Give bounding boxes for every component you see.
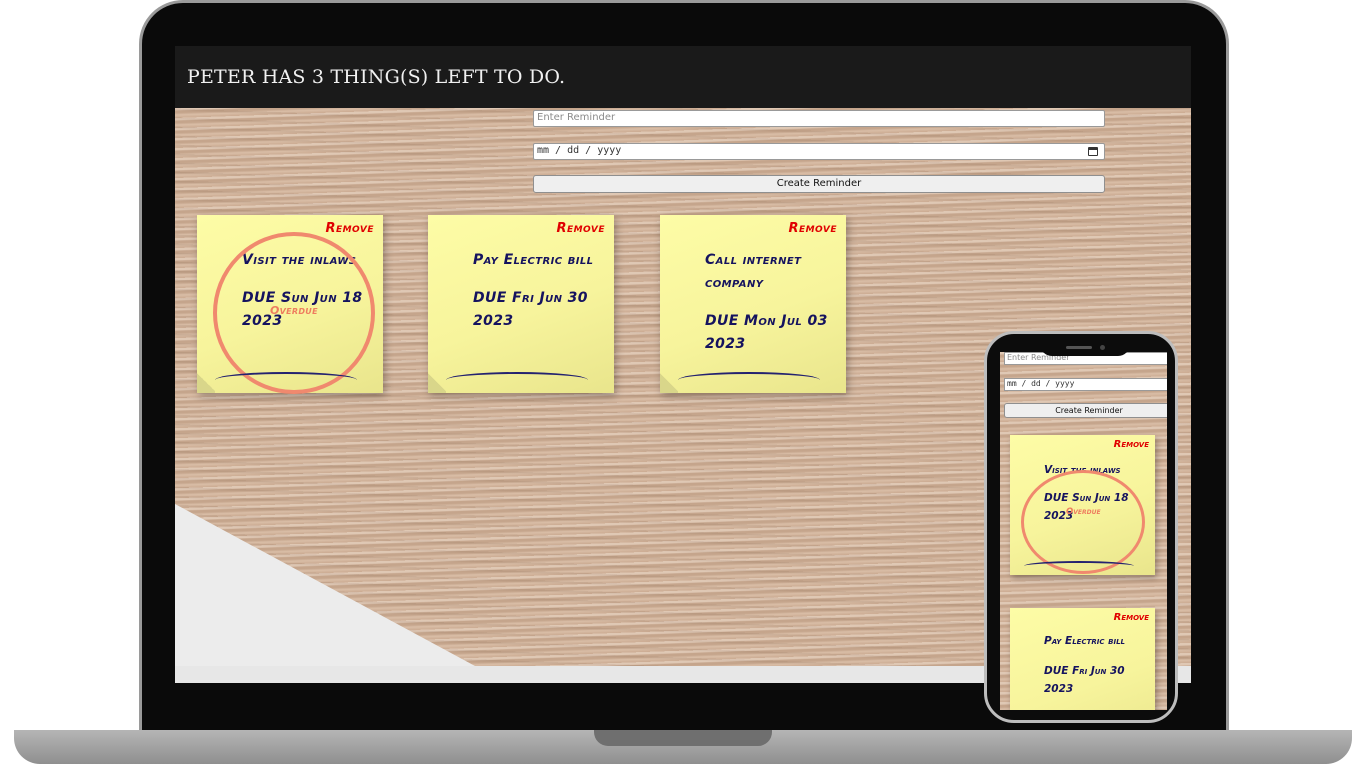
phone-speaker	[1066, 346, 1092, 349]
sticky-note-1: Remove Visit the inlaws DUE Sun Jun 18 2…	[1010, 435, 1155, 575]
remove-button[interactable]: Remove	[556, 221, 605, 236]
sticky-note-2: Remove Pay Electric bill DUE Fri Jun 30 …	[428, 215, 614, 393]
create-reminder-button[interactable]: Create Reminder	[533, 175, 1105, 193]
note-underline	[1024, 561, 1134, 571]
sticky-note-3: Remove Call internet company DUE Mon Jul…	[660, 215, 846, 393]
note-underline	[678, 372, 820, 388]
calendar-icon[interactable]	[1088, 147, 1098, 156]
note-due-date: DUE Fri Jun 30 2023	[1044, 665, 1125, 695]
phone-screen: Enter Reminder mm / dd / yyyy Create Rem…	[1000, 352, 1167, 710]
note-underline	[215, 372, 357, 388]
note-fold	[197, 371, 215, 393]
note-due-date: DUE Mon Jul 03 2023	[705, 313, 828, 352]
remove-button[interactable]: Remove	[788, 221, 837, 236]
note-fold	[428, 371, 446, 393]
note-underline	[446, 372, 588, 388]
remove-button[interactable]: Remove	[1114, 612, 1149, 623]
note-fold	[660, 371, 678, 393]
date-input[interactable]: mm / dd / yyyy	[533, 143, 1105, 160]
overdue-circle	[1021, 470, 1145, 574]
note-text: Call internet company	[705, 252, 802, 291]
phone-camera	[1100, 345, 1105, 350]
remove-button[interactable]: Remove	[1114, 439, 1149, 450]
create-reminder-button[interactable]: Create Reminder	[1004, 403, 1167, 418]
overdue-circle	[213, 232, 375, 394]
page-title: PETER HAS 3 THING(S) LEFT TO DO.	[187, 66, 566, 88]
sticky-note-2: Remove Pay Electric bill DUE Fri Jun 30 …	[1010, 608, 1155, 710]
remove-button[interactable]: Remove	[325, 221, 374, 236]
sticky-note-1: Remove Visit the inlaws DUE Sun Jun 18 2…	[197, 215, 383, 394]
note-due-date: DUE Fri Jun 30 2023	[473, 290, 588, 329]
date-input-placeholder: mm / dd / yyyy	[537, 145, 622, 156]
note-text: Pay Electric bill	[1044, 635, 1126, 647]
note-text: Pay Electric bill	[473, 252, 594, 268]
laptop-notch	[594, 730, 772, 746]
reminder-input[interactable]: Enter Reminder	[533, 110, 1105, 127]
app-header: PETER HAS 3 THING(S) LEFT TO DO.	[175, 46, 1191, 108]
date-input[interactable]: mm / dd / yyyy	[1004, 378, 1167, 391]
